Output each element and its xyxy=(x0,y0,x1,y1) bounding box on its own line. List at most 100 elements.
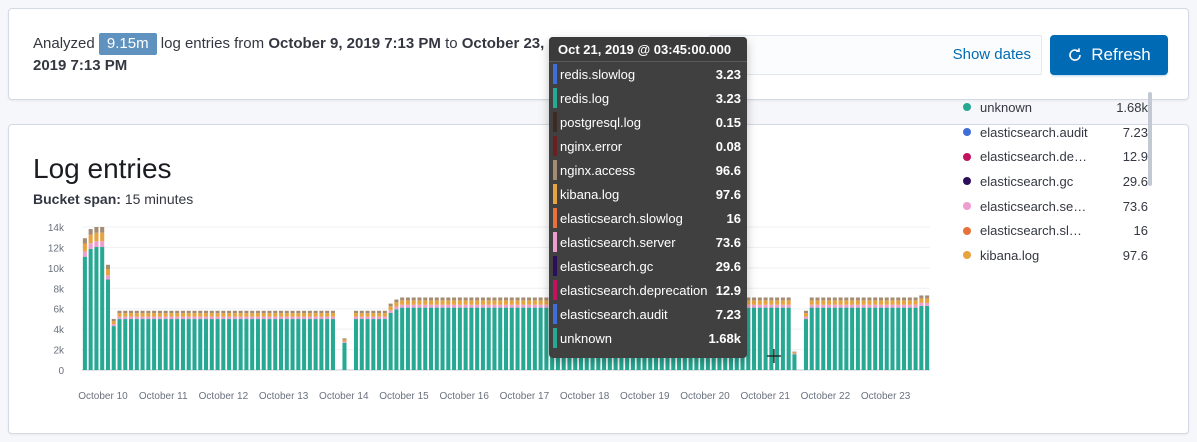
bar-segment[interactable] xyxy=(117,316,122,320)
bar-segment[interactable] xyxy=(377,316,382,320)
bar-segment[interactable] xyxy=(157,313,162,317)
bar-segment[interactable] xyxy=(757,300,762,305)
bar-segment[interactable] xyxy=(175,316,180,320)
bar-segment[interactable] xyxy=(359,313,364,317)
bar-segment[interactable] xyxy=(111,326,116,370)
bar-segment[interactable] xyxy=(261,313,266,317)
bar-segment[interactable] xyxy=(227,316,232,320)
bar-segment[interactable] xyxy=(884,300,889,305)
bar-segment[interactable] xyxy=(821,300,826,305)
bar-segment[interactable] xyxy=(273,313,278,317)
bar-segment[interactable] xyxy=(913,297,918,301)
bar-segment[interactable] xyxy=(786,297,791,301)
bar-segment[interactable] xyxy=(261,319,266,370)
bar-segment[interactable] xyxy=(302,313,307,317)
bar-segment[interactable] xyxy=(878,300,883,305)
bar-segment[interactable] xyxy=(919,305,924,370)
bar-segment[interactable] xyxy=(913,307,918,370)
bar-segment[interactable] xyxy=(446,304,451,308)
bar-segment[interactable] xyxy=(296,316,301,320)
bar-segment[interactable] xyxy=(815,304,820,308)
bar-segment[interactable] xyxy=(313,310,318,314)
bar-segment[interactable] xyxy=(105,264,110,269)
bar-segment[interactable] xyxy=(405,297,410,301)
bar-segment[interactable] xyxy=(94,241,99,248)
bar-segment[interactable] xyxy=(296,313,301,317)
bar-segment[interactable] xyxy=(827,297,832,301)
bar-segment[interactable] xyxy=(365,313,370,317)
bar-segment[interactable] xyxy=(498,300,503,305)
bar-segment[interactable] xyxy=(180,313,185,317)
bar-segment[interactable] xyxy=(238,313,243,317)
bar-segment[interactable] xyxy=(198,316,203,320)
bar-segment[interactable] xyxy=(255,310,260,314)
bar-segment[interactable] xyxy=(884,307,889,370)
bar-segment[interactable] xyxy=(463,300,468,305)
bar-segment[interactable] xyxy=(498,304,503,308)
bar-segment[interactable] xyxy=(434,304,439,308)
bar-segment[interactable] xyxy=(313,316,318,320)
bar-segment[interactable] xyxy=(757,307,762,370)
bar-segment[interactable] xyxy=(94,247,99,370)
bar-segment[interactable] xyxy=(244,310,249,314)
bar-segment[interactable] xyxy=(180,316,185,320)
bar-segment[interactable] xyxy=(861,307,866,370)
bar-segment[interactable] xyxy=(157,319,162,370)
bar-segment[interactable] xyxy=(925,302,930,306)
bar-segment[interactable] xyxy=(428,300,434,305)
bar-segment[interactable] xyxy=(780,307,785,370)
bar-segment[interactable] xyxy=(394,299,399,303)
bar-segment[interactable] xyxy=(123,319,128,370)
bar-segment[interactable] xyxy=(307,319,312,370)
bar-segment[interactable] xyxy=(227,310,232,314)
bar-segment[interactable] xyxy=(405,304,410,308)
bar-segment[interactable] xyxy=(527,304,532,308)
bar-segment[interactable] xyxy=(873,307,878,370)
bar-segment[interactable] xyxy=(88,243,93,249)
bar-segment[interactable] xyxy=(527,300,532,305)
bar-segment[interactable] xyxy=(850,297,855,301)
bar-segment[interactable] xyxy=(82,243,87,252)
bar-segment[interactable] xyxy=(261,316,266,320)
bar-segment[interactable] xyxy=(215,313,220,317)
bar-segment[interactable] xyxy=(544,304,549,308)
bar-segment[interactable] xyxy=(371,310,376,314)
bar-segment[interactable] xyxy=(382,310,387,314)
bar-segment[interactable] xyxy=(129,319,134,370)
bar-segment[interactable] xyxy=(532,304,537,308)
bar-segment[interactable] xyxy=(855,297,860,301)
bar-segment[interactable] xyxy=(844,300,849,305)
bar-segment[interactable] xyxy=(82,256,87,370)
bar-segment[interactable] xyxy=(434,307,439,370)
bar-segment[interactable] xyxy=(780,300,785,305)
bar-segment[interactable] xyxy=(307,316,312,320)
bar-segment[interactable] xyxy=(365,316,370,320)
bar-segment[interactable] xyxy=(192,316,197,320)
bar-segment[interactable] xyxy=(175,313,180,317)
bar-segment[interactable] xyxy=(313,313,318,317)
bar-segment[interactable] xyxy=(134,319,139,370)
bar-segment[interactable] xyxy=(486,304,491,308)
bar-segment[interactable] xyxy=(907,297,912,301)
bar-segment[interactable] xyxy=(279,316,284,320)
bar-segment[interactable] xyxy=(463,307,468,370)
bar-segment[interactable] xyxy=(388,310,393,313)
bar-segment[interactable] xyxy=(111,318,116,321)
bar-segment[interactable] xyxy=(452,300,457,305)
bar-segment[interactable] xyxy=(105,279,110,370)
bar-segment[interactable] xyxy=(307,313,312,317)
bar-segment[interactable] xyxy=(359,316,364,320)
bar-segment[interactable] xyxy=(907,304,912,308)
bar-segment[interactable] xyxy=(457,300,462,305)
bar-segment[interactable] xyxy=(423,300,428,305)
bar-segment[interactable] xyxy=(440,304,445,308)
bar-segment[interactable] xyxy=(463,304,468,308)
bar-segment[interactable] xyxy=(377,310,382,314)
bar-segment[interactable] xyxy=(827,300,832,305)
bar-segment[interactable] xyxy=(873,300,878,305)
bar-segment[interactable] xyxy=(457,307,462,370)
bar-segment[interactable] xyxy=(319,316,324,320)
bar-segment[interactable] xyxy=(238,316,243,320)
bar-segment[interactable] xyxy=(925,305,930,370)
bar-segment[interactable] xyxy=(832,297,837,301)
